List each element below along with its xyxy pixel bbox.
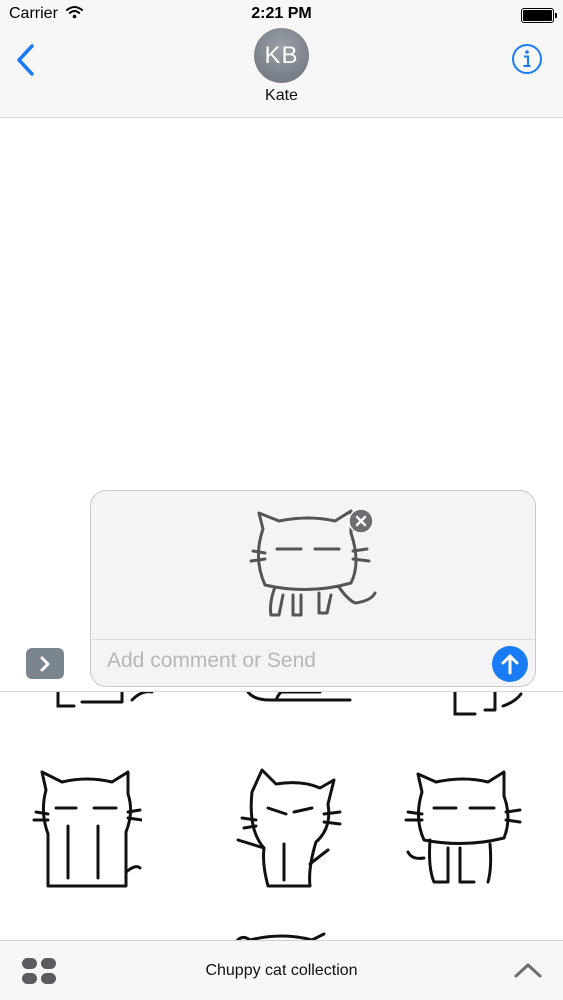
sticker-browser: [0, 691, 563, 940]
chevron-left-icon: [17, 44, 34, 76]
cat-sticker[interactable]: [232, 932, 332, 940]
messages-screen: Carrier 2:21 PM KB Kate Add comment or S…: [0, 0, 563, 1000]
compose-divider: [91, 639, 535, 640]
arrow-up-icon: [501, 654, 519, 675]
contact-name[interactable]: Kate: [0, 87, 563, 105]
expand-drawer-button[interactable]: [513, 959, 543, 981]
conversation-header: KB Kate: [0, 28, 563, 118]
battery-icon: [521, 8, 557, 23]
contact-avatar[interactable]: KB: [254, 28, 309, 83]
cat-sticker[interactable]: [228, 768, 343, 892]
back-button[interactable]: [12, 42, 42, 78]
remove-sticker-button[interactable]: [348, 508, 374, 534]
cat-sticker[interactable]: [32, 768, 142, 892]
cat-sticker[interactable]: [52, 691, 162, 716]
message-thread: [0, 118, 563, 490]
message-input[interactable]: Add comment or Send: [107, 649, 479, 679]
info-icon: [512, 44, 542, 74]
cat-sticker[interactable]: [404, 768, 522, 892]
collection-title: Chuppy cat collection: [205, 962, 358, 979]
cat-sticker[interactable]: [445, 691, 525, 722]
expand-apps-button[interactable]: [26, 648, 64, 679]
send-button[interactable]: [492, 646, 528, 682]
info-button[interactable]: [511, 43, 543, 75]
status-bar: Carrier 2:21 PM: [0, 0, 563, 30]
compose-box: Add comment or Send: [90, 490, 536, 687]
close-icon: [348, 508, 374, 534]
app-drawer-bar: Chuppy cat collection: [0, 940, 563, 1000]
chevron-right-icon: [40, 656, 50, 671]
cat-sticker[interactable]: [240, 691, 355, 716]
chevron-up-icon: [514, 963, 542, 978]
status-time: 2:21 PM: [251, 5, 312, 22]
